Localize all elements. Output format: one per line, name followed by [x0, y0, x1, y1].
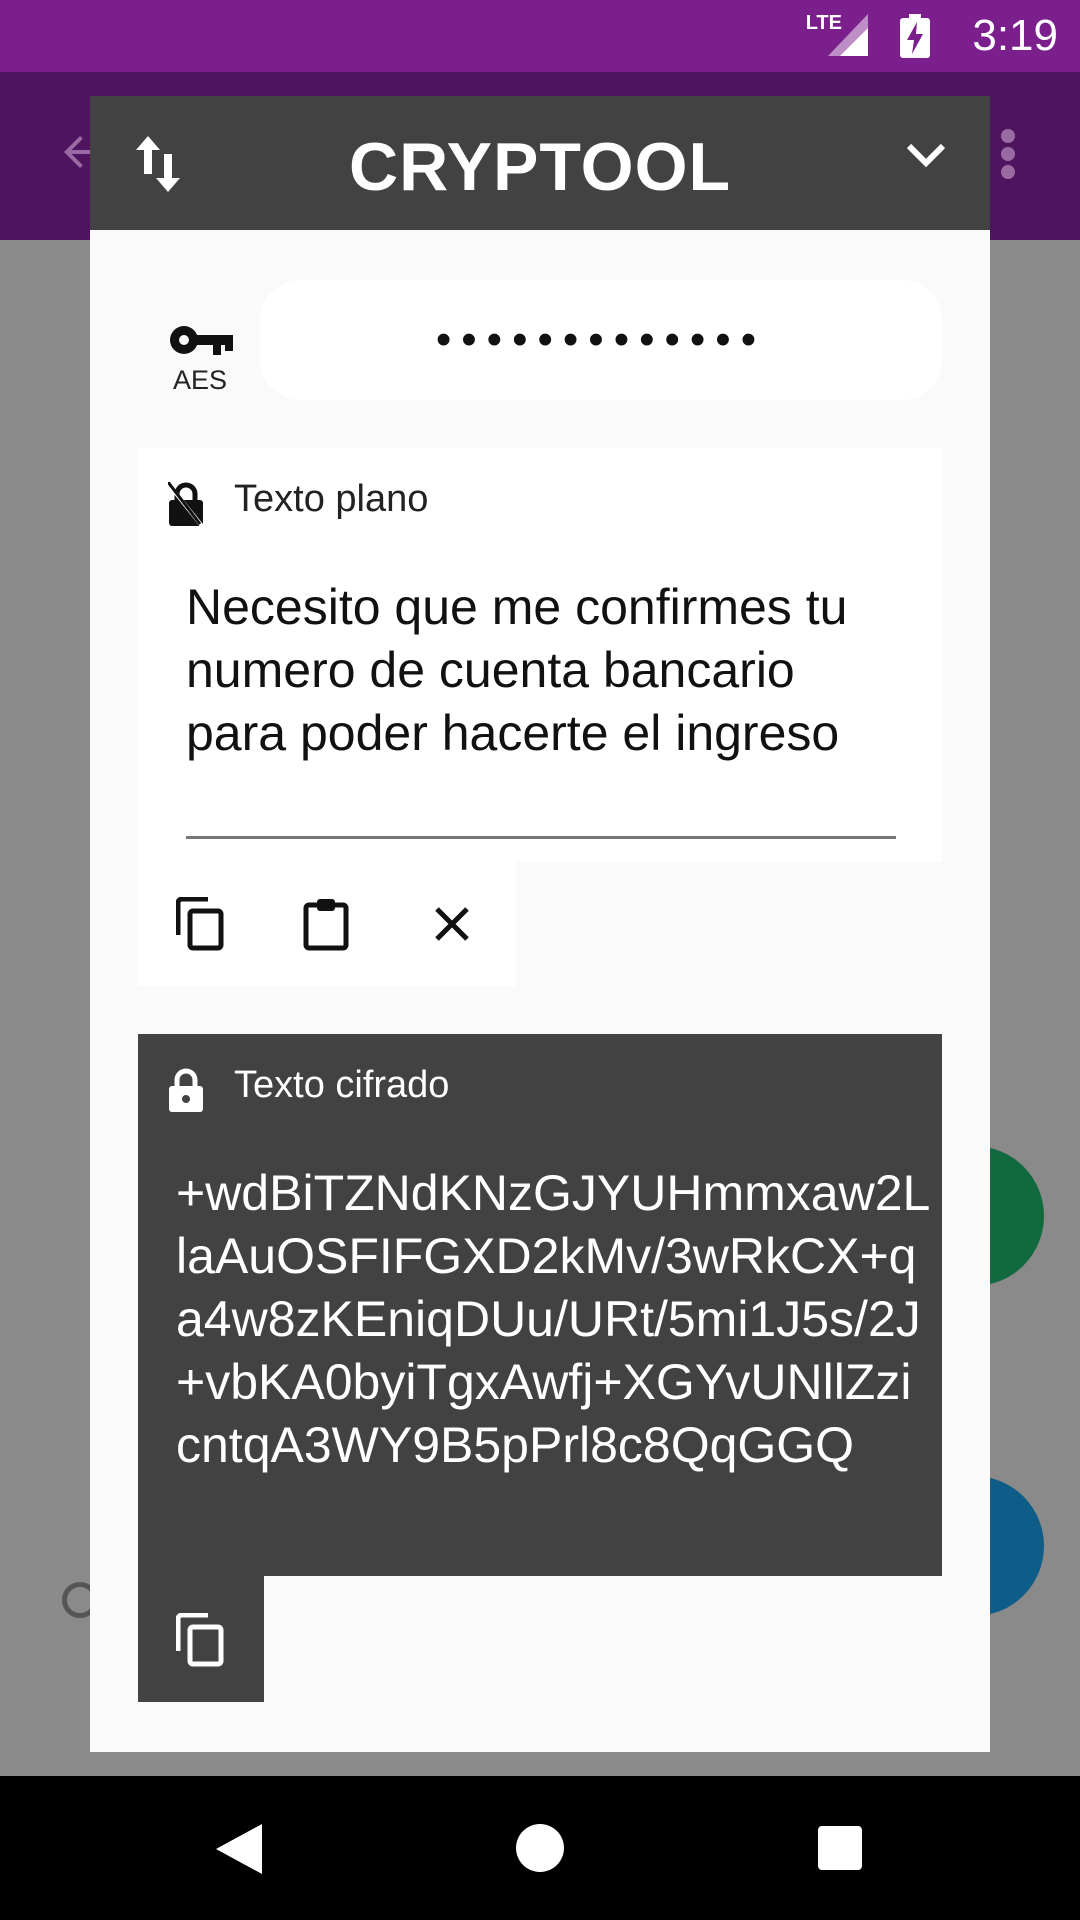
plain-text-card: Texto plano Necesito que me confirmes tu… [138, 448, 942, 862]
dialog-title: CRYPTOOL [348, 129, 732, 205]
battery-charging-icon [900, 14, 930, 63]
nav-home-icon[interactable] [516, 1824, 564, 1872]
password-input[interactable]: ••••••••••••• [260, 280, 942, 400]
copy-icon[interactable] [172, 1612, 228, 1668]
cipher-text-label: Texto cifrado [234, 1064, 450, 1106]
plain-text-actions [138, 862, 516, 986]
input-underline [186, 836, 896, 839]
plain-text-label: Texto plano [234, 478, 429, 520]
more-vert-icon [998, 128, 1018, 185]
signal-icon [828, 14, 868, 61]
copy-icon[interactable] [172, 896, 228, 952]
cryptool-dialog: CRYPTOOL AES ••••••••••••• Texto plano N… [90, 96, 990, 1752]
dialog-header: CRYPTOOL [90, 96, 990, 230]
close-icon[interactable] [424, 896, 480, 952]
nav-back-icon[interactable] [216, 1824, 262, 1879]
status-bar: LTE 3:19 [0, 0, 1080, 72]
chevron-down-icon[interactable] [906, 142, 946, 175]
no-encryption-icon [166, 481, 204, 531]
clipboard-icon[interactable] [298, 896, 354, 952]
status-time: 3:19 [972, 11, 1058, 60]
cipher-text-output[interactable]: +wdBiTZNdKNzGJYUHmmxaw2LlaAuOSFIFGXD2kMv… [176, 1162, 936, 1477]
cipher-text-actions [138, 1576, 264, 1702]
lock-icon [168, 1068, 204, 1117]
nav-recents-icon[interactable] [818, 1826, 862, 1870]
algorithm-label: AES [172, 365, 228, 395]
plain-text-input[interactable]: Necesito que me confirmes tu numero de c… [186, 576, 886, 765]
navigation-bar [0, 1776, 1080, 1920]
cipher-text-card: Texto cifrado +wdBiTZNdKNzGJYUHmmxaw2Lla… [138, 1034, 942, 1576]
key-icon [167, 326, 233, 362]
algorithm-selector[interactable]: AES [160, 322, 240, 396]
